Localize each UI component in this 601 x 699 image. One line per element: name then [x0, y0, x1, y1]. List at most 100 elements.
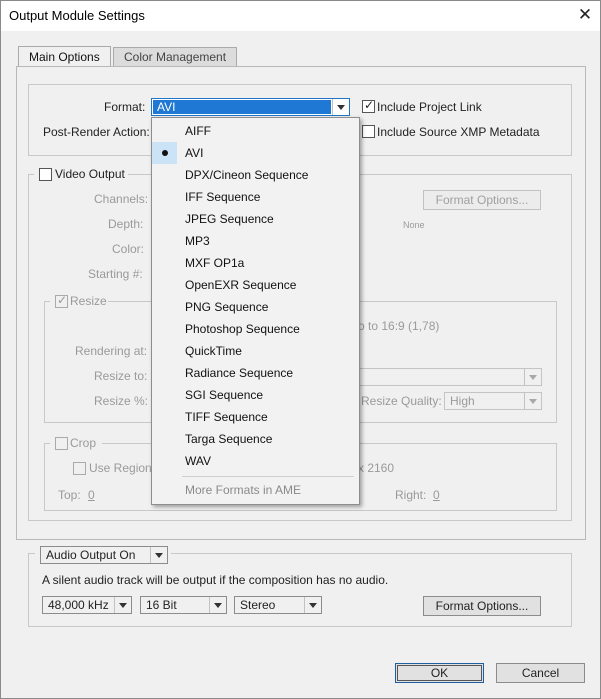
chevron-down-icon [332, 99, 349, 115]
codec-value: None [403, 220, 425, 230]
option-gutter [152, 384, 177, 406]
option-label: Radiance Sequence [185, 366, 294, 380]
option-label: PNG Sequence [185, 300, 269, 314]
option-gutter [152, 186, 177, 208]
audio-output-select[interactable]: Audio Output On [40, 546, 168, 564]
resize-quality-label: Resize Quality: [361, 394, 442, 408]
cancel-button[interactable]: Cancel [496, 663, 585, 683]
chevron-down-icon [304, 597, 321, 613]
channels-label: Channels: [94, 192, 149, 206]
format-option-wav[interactable]: WAV [152, 450, 359, 472]
format-option-radiance[interactable]: Radiance Sequence [152, 362, 359, 384]
sample-rate-select[interactable]: 48,000 kHz [42, 596, 132, 614]
aspect-ratio-text: o to 16:9 (1,78) [358, 319, 440, 333]
option-gutter [152, 296, 177, 318]
resize-checkbox[interactable]: ✓ [55, 293, 68, 308]
option-gutter [152, 428, 177, 450]
window-title: Output Module Settings [9, 8, 145, 23]
chevron-down-icon [209, 597, 226, 613]
option-gutter [152, 340, 177, 362]
use-region-checkbox[interactable] [73, 462, 86, 475]
bit-depth-select[interactable]: 16 Bit [140, 596, 227, 614]
format-option-sgi[interactable]: SGI Sequence [152, 384, 359, 406]
title-bar: Output Module Settings ✕ [0, 0, 601, 31]
format-option-dpx-cineon[interactable]: DPX/Cineon Sequence [152, 164, 359, 186]
video-format-options-button[interactable]: Format Options... [423, 190, 541, 210]
option-gutter [152, 230, 177, 252]
crop-right-label: Right: [395, 488, 427, 502]
option-label: AIFF [185, 124, 211, 138]
more-formats-in-ame[interactable]: More Formats in AME [152, 479, 359, 501]
format-option-jpeg[interactable]: JPEG Sequence [152, 208, 359, 230]
post-render-label: Post-Render Action: [43, 125, 150, 139]
format-option-mxf[interactable]: MXF OP1a [152, 252, 359, 274]
tab-color-management[interactable]: Color Management [113, 47, 238, 67]
bit-depth-value: 16 Bit [146, 598, 177, 612]
crop-size-text: x 2160 [358, 461, 395, 475]
option-label: JPEG Sequence [185, 212, 274, 226]
audio-format-options-button[interactable]: Format Options... [423, 596, 541, 616]
option-gutter [152, 318, 177, 340]
option-label: IFF Sequence [185, 190, 261, 204]
option-label: More Formats in AME [185, 483, 302, 497]
option-label: Photoshop Sequence [185, 322, 300, 336]
option-gutter [152, 450, 177, 472]
format-label: Format: [104, 100, 146, 114]
tab-main-options[interactable]: Main Options [18, 46, 111, 67]
option-gutter [152, 479, 177, 501]
ok-label: OK [430, 666, 449, 680]
resize-quality-value: High [450, 394, 475, 408]
option-label: SGI Sequence [185, 388, 264, 402]
option-gutter [152, 142, 177, 164]
format-select-value: AVI [157, 100, 176, 114]
option-label: TIFF Sequence [185, 410, 268, 424]
option-label: AVI [185, 146, 204, 160]
format-dropdown-menu: AIFF AVI DPX/Cineon Sequence IFF Sequenc… [151, 117, 360, 505]
resize-quality-select[interactable]: High [444, 392, 542, 410]
crop-top-value[interactable]: 0 [88, 488, 95, 502]
format-option-aiff[interactable]: AIFF [152, 120, 359, 142]
include-project-link-label: Include Project Link [377, 100, 482, 114]
format-select-highlight [153, 100, 331, 114]
format-option-tiff[interactable]: TIFF Sequence [152, 406, 359, 428]
resize-label: Resize [70, 294, 107, 308]
selected-bullet-icon [162, 150, 168, 156]
format-option-iff[interactable]: IFF Sequence [152, 186, 359, 208]
option-label: QuickTime [185, 344, 242, 358]
video-output-label: Video Output [55, 167, 125, 181]
ok-button[interactable]: OK [395, 663, 484, 683]
crop-checkbox[interactable] [55, 437, 68, 450]
option-gutter [152, 362, 177, 384]
include-project-link-checkbox[interactable]: ✓ [362, 98, 375, 113]
resize-to-label: Resize to: [94, 369, 148, 383]
format-option-photoshop[interactable]: Photoshop Sequence [152, 318, 359, 340]
format-option-targa[interactable]: Targa Sequence [152, 428, 359, 450]
cancel-label: Cancel [521, 666, 560, 680]
format-option-png[interactable]: PNG Sequence [152, 296, 359, 318]
audio-channels-value: Stereo [240, 598, 276, 612]
close-icon[interactable]: ✕ [574, 5, 596, 25]
tab-main-options-label: Main Options [29, 50, 100, 64]
option-gutter [152, 406, 177, 428]
option-label: Targa Sequence [185, 432, 273, 446]
chevron-down-icon [114, 597, 131, 613]
video-format-options-label: Format Options... [435, 193, 529, 207]
crop-right-value[interactable]: 0 [433, 488, 440, 502]
use-region-label: Use Region [89, 461, 152, 475]
tab-color-management-label: Color Management [124, 50, 227, 64]
format-option-quicktime[interactable]: QuickTime [152, 340, 359, 362]
format-option-mp3[interactable]: MP3 [152, 230, 359, 252]
option-label: WAV [185, 454, 211, 468]
resize-preset-select[interactable] [358, 368, 542, 386]
format-option-openexr[interactable]: OpenEXR Sequence [152, 274, 359, 296]
include-xmp-checkbox[interactable] [362, 125, 375, 138]
option-label: OpenEXR Sequence [185, 278, 297, 292]
video-output-checkbox[interactable] [39, 168, 52, 181]
audio-channels-select[interactable]: Stereo [234, 596, 322, 614]
crop-label: Crop [70, 436, 97, 450]
audio-note: A silent audio track will be output if t… [42, 573, 389, 587]
chevron-down-icon [150, 547, 167, 563]
format-option-avi[interactable]: AVI [152, 142, 359, 164]
chevron-down-icon [524, 393, 541, 409]
format-select[interactable]: AVI [151, 98, 350, 116]
